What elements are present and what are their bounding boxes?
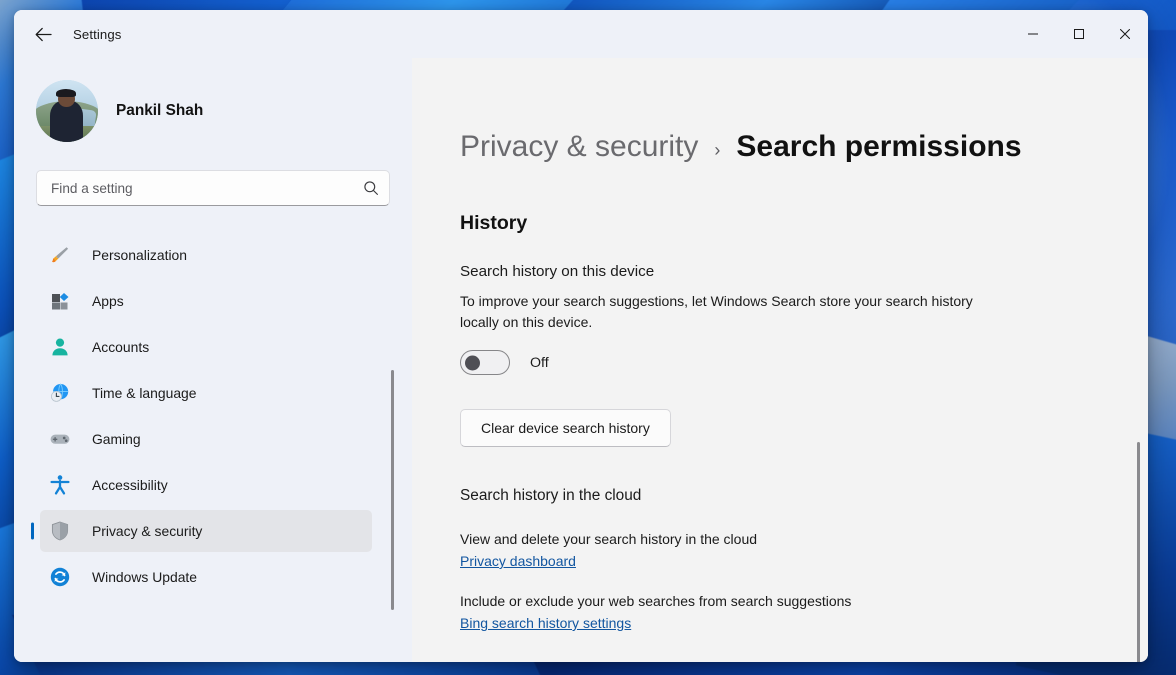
search-box[interactable]	[36, 170, 390, 206]
avatar	[36, 80, 98, 142]
search-history-toggle[interactable]	[460, 350, 510, 375]
sidebar-item-privacy-security[interactable]: Privacy & security	[40, 510, 372, 552]
paintbrush-icon	[48, 243, 72, 267]
sidebar-item-gaming[interactable]: Gaming	[40, 418, 372, 460]
sidebar-item-time-language[interactable]: Time & language	[40, 372, 372, 414]
apps-grid-icon	[48, 289, 72, 313]
search-input[interactable]	[51, 180, 363, 196]
sidebar-item-label: Accessibility	[92, 477, 168, 493]
content-scrollbar[interactable]	[1137, 442, 1140, 662]
sidebar-nav: Personalization Apps Accounts Time & lan…	[14, 230, 412, 662]
sidebar-item-accessibility[interactable]: Accessibility	[40, 464, 372, 506]
sidebar-item-apps[interactable]: Apps	[40, 280, 372, 322]
toggle-knob	[465, 355, 480, 370]
cloud-history-title: Search history in the cloud	[460, 487, 642, 504]
minimize-icon	[1028, 33, 1038, 35]
clear-device-search-history-button[interactable]: Clear device search history	[460, 409, 671, 447]
close-button[interactable]	[1102, 10, 1148, 58]
breadcrumb: Privacy & security › Search permissions	[460, 130, 1100, 164]
sidebar: Pankil Shah Find a setting Personalizati…	[14, 58, 412, 662]
breadcrumb-separator-icon: ›	[714, 140, 721, 160]
sidebar-scrollbar[interactable]	[391, 370, 394, 610]
maximize-icon	[1074, 29, 1084, 39]
window-title: Settings	[73, 26, 122, 42]
toggle-state-label: Off	[530, 354, 549, 371]
shield-icon	[48, 519, 72, 543]
cloud-history-lead: View and delete your search history in t…	[460, 531, 758, 547]
search-icon	[364, 181, 378, 195]
device-history-description: To improve your search suggestions, let …	[460, 293, 973, 330]
sidebar-item-label: Personalization	[92, 247, 187, 263]
back-button[interactable]	[26, 17, 60, 51]
account-block[interactable]: Pankil Shah	[36, 80, 412, 142]
window-controls	[1010, 10, 1148, 58]
person-icon	[48, 335, 72, 359]
cloud-history-item: Include or exclude your web searches fro…	[460, 593, 1100, 633]
privacy-dashboard-link[interactable]: Privacy dashboard	[460, 553, 576, 569]
breadcrumb-parent-link[interactable]: Privacy & security	[460, 130, 698, 164]
sidebar-item-personalization[interactable]: Personalization	[40, 234, 372, 276]
cloud-history-lead: Include or exclude your web searches fro…	[460, 593, 852, 609]
sidebar-item-label: Time & language	[92, 385, 197, 401]
accessibility-icon	[48, 473, 72, 497]
globe-clock-icon	[48, 381, 72, 405]
section-title-history: History	[460, 212, 528, 234]
close-icon	[1119, 28, 1131, 40]
sidebar-item-label: Accounts	[92, 339, 150, 355]
bing-search-history-settings-link[interactable]: Bing search history settings	[460, 615, 631, 631]
sidebar-item-label: Apps	[92, 293, 124, 309]
user-name: Pankil Shah	[116, 102, 204, 119]
device-history-toggle-row: Off	[460, 350, 1100, 375]
back-arrow-icon	[35, 27, 52, 41]
maximize-button[interactable]	[1056, 10, 1102, 58]
sidebar-item-label: Gaming	[92, 431, 141, 447]
device-history-title: Search history on this device	[460, 263, 655, 280]
page-title: Search permissions	[736, 130, 1022, 163]
settings-window: Settings Pankil Shah Find a setting Pers…	[14, 10, 1148, 662]
gamepad-icon	[48, 427, 72, 451]
sidebar-item-accounts[interactable]: Accounts	[40, 326, 372, 368]
cloud-history-item: View and delete your search history in t…	[460, 531, 1100, 571]
main-content: Privacy & security › Search permissions …	[412, 58, 1148, 662]
title-bar: Settings	[14, 10, 1148, 58]
sidebar-item-label: Privacy & security	[92, 523, 203, 539]
update-sync-icon	[48, 565, 72, 589]
minimize-button[interactable]	[1010, 10, 1056, 58]
sidebar-item-label: Windows Update	[92, 569, 198, 585]
sidebar-item-windows-update[interactable]: Windows Update	[40, 556, 372, 598]
